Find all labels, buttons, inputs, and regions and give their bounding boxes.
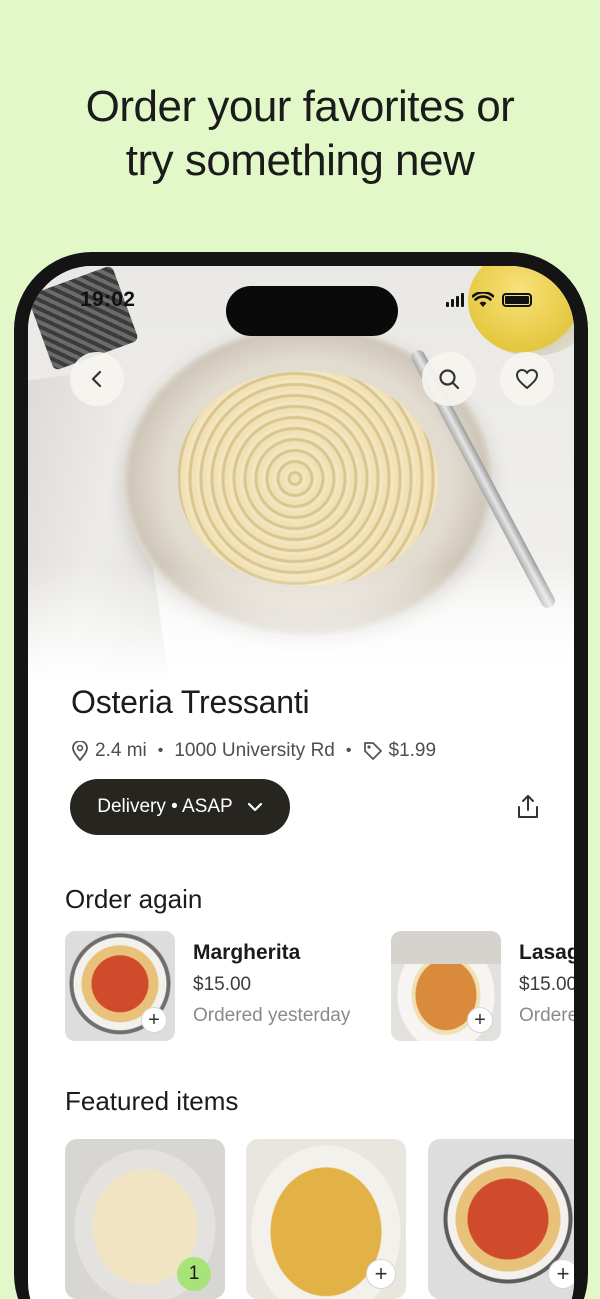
headline: Order your favorites or try something ne…: [0, 80, 600, 188]
order-item-name: Lasagna: [519, 941, 574, 964]
delivery-mode-label: Delivery • ASAP: [97, 796, 233, 817]
battery-icon: [502, 293, 532, 307]
add-item-button[interactable]: +: [366, 1259, 396, 1289]
restaurant-distance: 2.4 mi: [95, 740, 147, 761]
featured-items-title: Featured items: [65, 1086, 239, 1116]
order-again-item[interactable]: + Margherita $15.00 Ordered yesterday: [65, 931, 350, 1041]
lasagna-image: +: [391, 931, 501, 1041]
olive-oil-decoration: [468, 266, 574, 356]
order-again-title: Order again: [65, 884, 203, 914]
status-time: 19:02: [80, 288, 136, 311]
order-again-item[interactable]: + Lasagna $15.00 Ordered yesterday: [391, 931, 574, 1041]
order-item-price: $15.00: [193, 974, 252, 995]
back-button[interactable]: [70, 352, 124, 406]
wifi-icon: [472, 292, 494, 307]
delivery-mode-button[interactable]: Delivery • ASAP: [70, 779, 290, 835]
order-item-when: Ordered yesterday: [193, 1005, 351, 1026]
delivery-fee: $1.99: [388, 740, 437, 761]
featured-item-card[interactable]: 1: [65, 1139, 225, 1299]
headline-line-2: try something new: [125, 136, 475, 185]
order-item-price: $15.00: [519, 974, 574, 995]
meta-separator: •: [157, 742, 164, 759]
margherita-image: +: [65, 931, 175, 1041]
status-icons: [446, 292, 532, 308]
add-margherita-button[interactable]: +: [141, 1007, 167, 1033]
price-tag-icon: [363, 742, 382, 760]
signal-icon: [446, 293, 464, 307]
dynamic-island: [226, 286, 398, 336]
phone-screen: 19:02 Osteria Tressanti 2.4 mi • 1000 Un…: [28, 266, 574, 1299]
order-item-info: Margherita $15.00 Ordered yesterday: [193, 931, 350, 1041]
order-item-info: Lasagna $15.00 Ordered yesterday: [519, 931, 574, 1041]
phone-frame: 19:02 Osteria Tressanti 2.4 mi • 1000 Un…: [14, 252, 588, 1299]
restaurant-address: 1000 University Rd: [174, 740, 335, 761]
back-icon: [91, 370, 102, 388]
heart-icon: [516, 369, 538, 389]
search-icon: [439, 369, 460, 390]
quantity-badge[interactable]: 1: [177, 1257, 211, 1291]
location-pin-icon: [72, 741, 88, 761]
meta-separator: •: [345, 742, 352, 759]
favorite-button[interactable]: [500, 352, 554, 406]
order-item-when: Ordered yesterday: [519, 1005, 574, 1026]
add-item-button[interactable]: +: [548, 1259, 574, 1289]
restaurant-name: Osteria Tressanti: [71, 684, 310, 720]
share-icon[interactable]: [516, 794, 540, 820]
add-lasagna-button[interactable]: +: [467, 1007, 493, 1033]
featured-item-card[interactable]: +: [428, 1139, 574, 1299]
chevron-down-icon: [247, 802, 262, 812]
search-button[interactable]: [422, 352, 476, 406]
restaurant-meta: 2.4 mi • 1000 University Rd • $1.99: [71, 740, 436, 762]
pasta-image: [178, 371, 438, 586]
hero-fade: [28, 566, 574, 686]
headline-line-1: Order your favorites or: [85, 82, 515, 131]
order-item-name: Margherita: [193, 941, 301, 964]
featured-item-card[interactable]: +: [246, 1139, 406, 1299]
